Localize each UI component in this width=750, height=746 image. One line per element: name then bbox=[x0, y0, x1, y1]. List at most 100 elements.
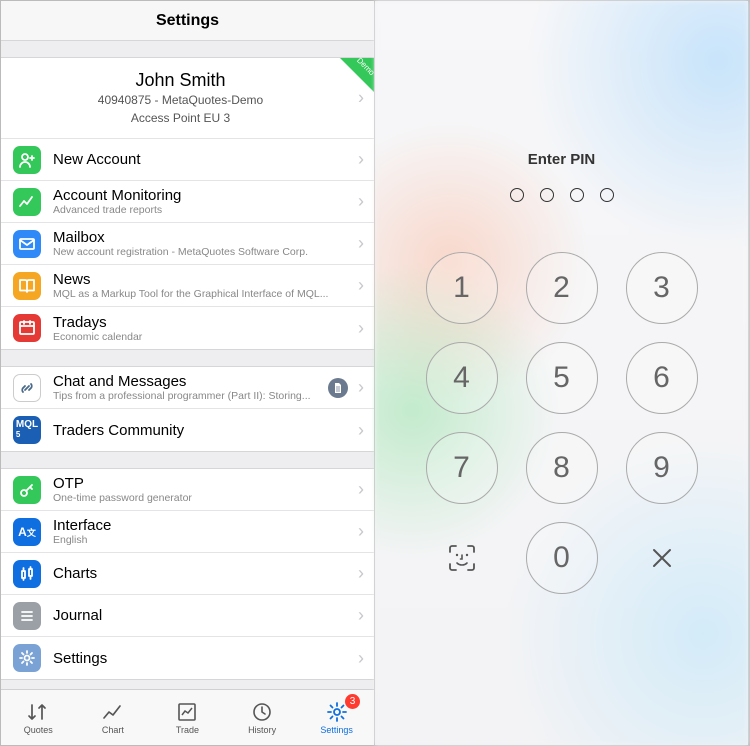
row-body: Charts bbox=[53, 565, 352, 582]
row-body: InterfaceEnglish bbox=[53, 517, 352, 546]
row-title: Journal bbox=[53, 607, 352, 624]
faceid-icon bbox=[446, 542, 478, 574]
globe-icon: A文 bbox=[13, 518, 41, 546]
history-icon bbox=[252, 701, 272, 723]
row-title: News bbox=[53, 271, 352, 288]
key-2[interactable]: 2 bbox=[526, 252, 598, 324]
book-icon bbox=[13, 272, 41, 300]
navbar: Settings bbox=[1, 1, 374, 41]
chevron-right-icon: › bbox=[358, 420, 364, 441]
chevron-right-icon: › bbox=[358, 648, 364, 669]
key-0[interactable]: 0 bbox=[526, 522, 598, 594]
calendar-icon bbox=[13, 314, 41, 342]
chevron-right-icon: › bbox=[358, 377, 364, 398]
mql-icon: MQL5 bbox=[13, 416, 41, 444]
chart-icon bbox=[102, 701, 124, 723]
tab-label: History bbox=[248, 725, 276, 735]
chevron-right-icon: › bbox=[358, 521, 364, 542]
key-5[interactable]: 5 bbox=[526, 342, 598, 414]
key-1[interactable]: 1 bbox=[426, 252, 498, 324]
tabbar: Quotes Chart Trade History Settings 3 bbox=[1, 689, 374, 745]
mail-icon bbox=[13, 230, 41, 258]
list-item[interactable]: Account MonitoringAdvanced trade reports… bbox=[1, 181, 374, 223]
list-item[interactable]: MQL5 Traders Community › bbox=[1, 409, 374, 451]
document-badge-icon bbox=[328, 378, 348, 398]
list-item[interactable]: TradaysEconomic calendar› bbox=[1, 307, 374, 349]
delete-icon bbox=[649, 545, 675, 571]
row-title: Settings bbox=[53, 650, 352, 667]
quotes-icon bbox=[27, 701, 49, 723]
account-detail-2: Access Point EU 3 bbox=[17, 111, 344, 127]
list-item[interactable]: A文 InterfaceEnglish › bbox=[1, 511, 374, 553]
list-item[interactable]: Settings › bbox=[1, 637, 374, 679]
list-item[interactable]: Journal › bbox=[1, 595, 374, 637]
tab-badge: 3 bbox=[345, 694, 360, 709]
faceid-button[interactable] bbox=[426, 522, 498, 594]
settings-list[interactable]: Demo John Smith 40940875 - MetaQuotes-De… bbox=[1, 41, 374, 689]
candle-icon bbox=[13, 560, 41, 588]
key-7[interactable]: 7 bbox=[426, 432, 498, 504]
account-name: John Smith bbox=[17, 70, 344, 91]
chevron-right-icon: › bbox=[358, 88, 364, 109]
tab-trade[interactable]: Trade bbox=[150, 690, 225, 745]
tab-chart[interactable]: Chart bbox=[76, 690, 151, 745]
delete-button[interactable] bbox=[626, 522, 698, 594]
row-body: MailboxNew account registration - MetaQu… bbox=[53, 229, 352, 258]
list-item[interactable]: Chat and MessagesTips from a professiona… bbox=[1, 367, 374, 409]
chevron-right-icon: › bbox=[358, 318, 364, 339]
row-subtitle: One-time password generator bbox=[53, 492, 352, 504]
key-icon bbox=[13, 476, 41, 504]
account-row[interactable]: Demo John Smith 40940875 - MetaQuotes-De… bbox=[1, 58, 374, 139]
key-6[interactable]: 6 bbox=[626, 342, 698, 414]
person-plus-icon bbox=[13, 146, 41, 174]
row-body: New Account bbox=[53, 151, 352, 168]
chevron-right-icon: › bbox=[358, 479, 364, 500]
chevron-right-icon: › bbox=[358, 233, 364, 254]
list-item[interactable]: MailboxNew account registration - MetaQu… bbox=[1, 223, 374, 265]
pin-dot bbox=[600, 188, 614, 202]
tab-label: Quotes bbox=[24, 725, 53, 735]
chevron-right-icon: › bbox=[358, 563, 364, 584]
row-title: Charts bbox=[53, 565, 352, 582]
row-body: Settings bbox=[53, 650, 352, 667]
pin-dots bbox=[510, 188, 614, 202]
row-title: Interface bbox=[53, 517, 352, 534]
pin-dot bbox=[510, 188, 524, 202]
row-body: Traders Community bbox=[53, 422, 352, 439]
row-body: Chat and MessagesTips from a professiona… bbox=[53, 373, 328, 402]
tab-quotes[interactable]: Quotes bbox=[1, 690, 76, 745]
tab-history[interactable]: History bbox=[225, 690, 300, 745]
row-title: Mailbox bbox=[53, 229, 352, 246]
tab-label: Trade bbox=[176, 725, 199, 735]
key-4[interactable]: 4 bbox=[426, 342, 498, 414]
row-title: Tradays bbox=[53, 314, 352, 331]
list-item[interactable]: OTPOne-time password generator › bbox=[1, 469, 374, 511]
nav-title: Settings bbox=[156, 12, 219, 30]
list-item[interactable]: New Account› bbox=[1, 139, 374, 181]
list-item[interactable]: NewsMQL as a Markup Tool for the Graphic… bbox=[1, 265, 374, 307]
chart-line-icon bbox=[13, 188, 41, 216]
link-icon bbox=[13, 374, 41, 402]
chevron-right-icon: › bbox=[358, 191, 364, 212]
pin-dot bbox=[570, 188, 584, 202]
settings-screen: Settings Demo John Smith 40940875 - Meta… bbox=[1, 1, 375, 745]
row-subtitle: English bbox=[53, 534, 352, 546]
key-3[interactable]: 3 bbox=[626, 252, 698, 324]
pin-title: Enter PIN bbox=[528, 151, 596, 168]
key-8[interactable]: 8 bbox=[526, 432, 598, 504]
row-title: New Account bbox=[53, 151, 352, 168]
tab-settings[interactable]: Settings 3 bbox=[299, 690, 374, 745]
list-item[interactable]: Charts › bbox=[1, 553, 374, 595]
row-title: Traders Community bbox=[53, 422, 352, 439]
key-9[interactable]: 9 bbox=[626, 432, 698, 504]
gear-icon bbox=[326, 701, 348, 723]
row-subtitle: MQL as a Markup Tool for the Graphical I… bbox=[53, 288, 352, 300]
tab-label: Settings bbox=[320, 725, 353, 735]
row-subtitle: Advanced trade reports bbox=[53, 204, 352, 216]
row-subtitle: Tips from a professional programmer (Par… bbox=[53, 390, 328, 402]
pin-lock-screen: Enter PIN 1 2 3 4 5 6 7 8 9 bbox=[375, 1, 749, 745]
row-title: Chat and Messages bbox=[53, 373, 328, 390]
chevron-right-icon: › bbox=[358, 605, 364, 626]
chevron-right-icon: › bbox=[358, 275, 364, 296]
row-title: OTP bbox=[53, 475, 352, 492]
